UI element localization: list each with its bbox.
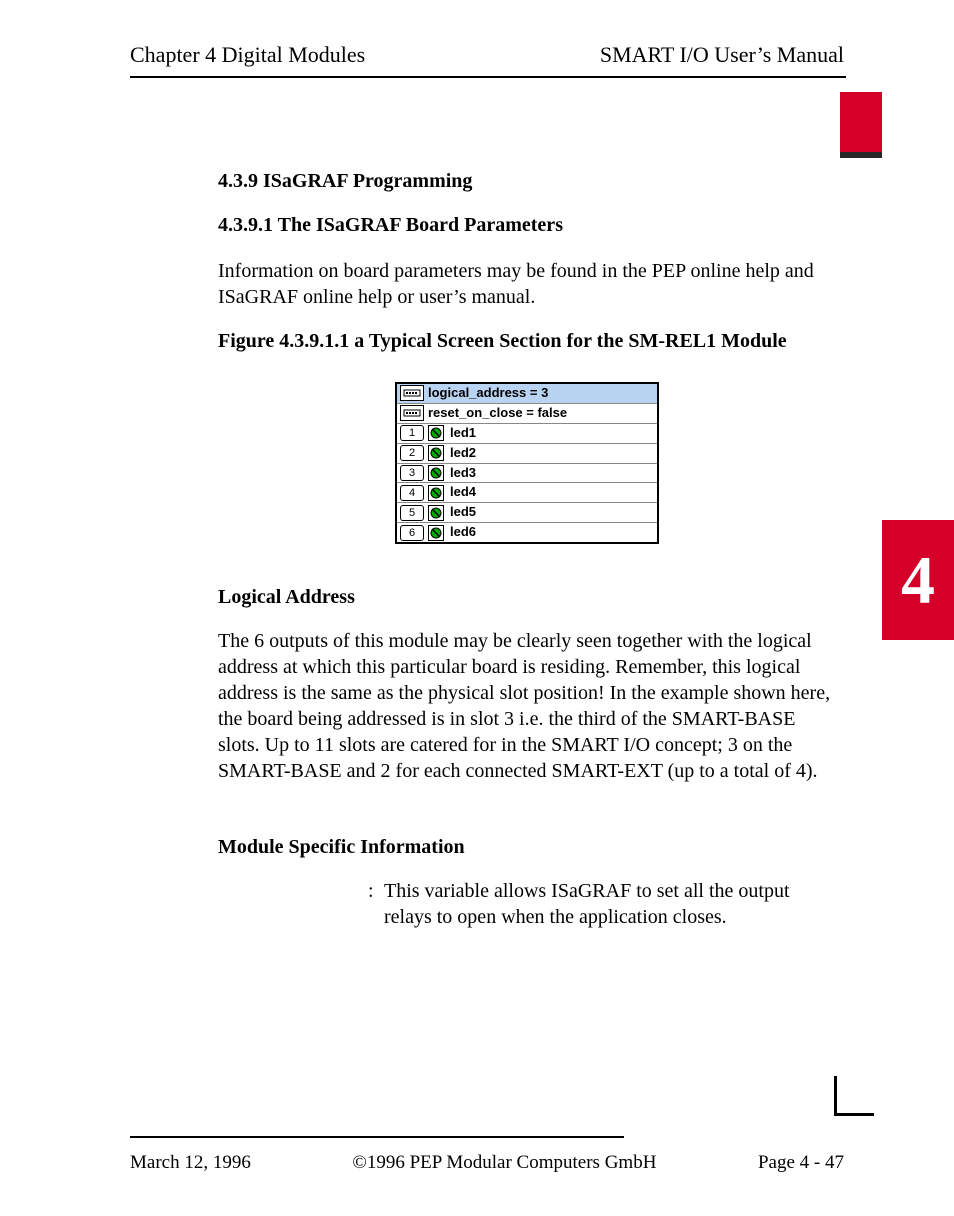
running-head: Chapter 4 Digital Modules SMART I/O User… bbox=[130, 42, 846, 68]
reset-on-close-description: : This variable allows ISaGRAF to set al… bbox=[218, 878, 836, 930]
signal-index: 3 bbox=[400, 465, 424, 481]
signal-name: led4 bbox=[448, 484, 476, 501]
param-label: reset_on_close = false bbox=[428, 405, 567, 422]
running-head-left: Chapter 4 Digital Modules bbox=[130, 42, 365, 68]
signal-name: led2 bbox=[448, 445, 476, 462]
signal-name: led1 bbox=[448, 425, 476, 442]
intro-paragraph: Information on board parameters may be f… bbox=[218, 258, 836, 310]
signal-row[interactable]: 2 led2 bbox=[397, 443, 657, 463]
board-parameters-panel: logical_address = 3 reset_on_close = fal… bbox=[395, 382, 659, 544]
signal-index: 4 bbox=[400, 485, 424, 501]
led-icon bbox=[428, 505, 444, 521]
led-icon bbox=[428, 525, 444, 541]
colon: : bbox=[368, 878, 384, 930]
running-head-right: SMART I/O User’s Manual bbox=[600, 42, 844, 68]
page: Chapter 4 Digital Modules SMART I/O User… bbox=[0, 0, 954, 1216]
heading-logical-address: Logical Address bbox=[218, 584, 836, 610]
led-icon bbox=[428, 445, 444, 461]
heading-4-3-9-1: 4.3.9.1 The ISaGRAF Board Parameters bbox=[218, 212, 836, 238]
chip-icon bbox=[400, 385, 424, 401]
signal-index: 1 bbox=[400, 425, 424, 441]
param-row-logical-address[interactable]: logical_address = 3 bbox=[397, 384, 657, 403]
corner-tab-icon bbox=[840, 92, 882, 182]
footer-page: Page 4 - 47 bbox=[758, 1152, 844, 1174]
signal-name: led5 bbox=[448, 504, 476, 521]
led-icon bbox=[428, 465, 444, 481]
heading-module-specific: Module Specific Information bbox=[218, 834, 836, 860]
signal-row[interactable]: 6 led6 bbox=[397, 522, 657, 542]
footer: March 12, 1996 ©1996 PEP Modular Compute… bbox=[130, 1152, 844, 1174]
signal-row[interactable]: 1 led1 bbox=[397, 423, 657, 443]
signal-row[interactable]: 4 led4 bbox=[397, 482, 657, 502]
chip-icon bbox=[400, 405, 424, 421]
logical-address-paragraph: The 6 outputs of this module may be clea… bbox=[218, 628, 836, 784]
signal-index: 6 bbox=[400, 525, 424, 541]
heading-4-3-9: 4.3.9 ISaGRAF Programming bbox=[218, 168, 836, 194]
led-icon bbox=[428, 485, 444, 501]
figure: logical_address = 3 reset_on_close = fal… bbox=[218, 382, 836, 544]
signal-row[interactable]: 3 led3 bbox=[397, 463, 657, 483]
signal-name: led6 bbox=[448, 524, 476, 541]
body: 4.3.9 ISaGRAF Programming 4.3.9.1 The IS… bbox=[130, 78, 846, 930]
crop-mark-icon bbox=[834, 1076, 874, 1116]
param-row-reset-on-close[interactable]: reset_on_close = false bbox=[397, 403, 657, 423]
signal-name: led3 bbox=[448, 465, 476, 482]
signal-row[interactable]: 5 led5 bbox=[397, 502, 657, 522]
footer-copyright: ©1996 PEP Modular Computers GmbH bbox=[352, 1152, 656, 1174]
figure-caption: Figure 4.3.9.1.1 a Typical Screen Sectio… bbox=[218, 328, 836, 354]
param-label: logical_address = 3 bbox=[428, 385, 548, 402]
signal-index: 5 bbox=[400, 505, 424, 521]
signal-index: 2 bbox=[400, 445, 424, 461]
description-text: This variable allows ISaGRAF to set all … bbox=[384, 878, 836, 930]
chapter-tab: 4 bbox=[882, 520, 954, 640]
footer-rule bbox=[130, 1136, 624, 1138]
footer-date: March 12, 1996 bbox=[130, 1152, 251, 1174]
led-icon bbox=[428, 425, 444, 441]
